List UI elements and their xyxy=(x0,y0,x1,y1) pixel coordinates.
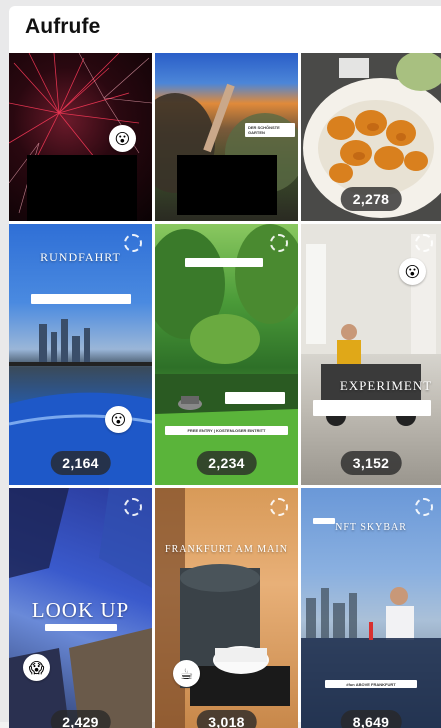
loading-ring-icon xyxy=(415,498,433,516)
view-count: 8,649 xyxy=(340,710,402,728)
section-header: Aufrufe xyxy=(9,6,441,53)
view-count: 2,278 xyxy=(340,187,402,211)
reels-grid: 😮 DER SCHÖNSTE GARTEN 2,278 RUNDFAHRT 😮 … xyxy=(9,53,441,728)
loading-ring-icon xyxy=(270,234,288,252)
reel-tile-food-plate[interactable]: 2,278 xyxy=(301,53,441,221)
overlay-caption-box xyxy=(185,258,263,267)
overlay-title: RUNDFAHRT xyxy=(40,250,121,264)
reel-tile-coffee[interactable]: FRANKFURT AM MAIN ☕ 3,018 xyxy=(155,488,298,728)
overlay-title: FRANKFURT AM MAIN xyxy=(165,544,288,555)
overlay-caption: DER SCHÖNSTE GARTEN xyxy=(245,123,295,137)
redacted-block xyxy=(27,155,137,221)
overlay-banner: FREE ENTRY | KOSTENLOSER EINTRITT xyxy=(165,426,288,435)
overlay-caption-box xyxy=(31,294,131,304)
reel-tile-rundfahrt[interactable]: RUNDFAHRT 😮 2,164 xyxy=(9,224,152,485)
reel-tile-look-up[interactable]: LOOK UP 😱 2,429 xyxy=(9,488,152,728)
overlay-caption-box xyxy=(313,518,335,524)
view-count: 3,152 xyxy=(340,451,402,475)
loading-ring-icon xyxy=(415,234,433,252)
reel-tile-skybar[interactable]: NFT SKYBAR #fun ABOVE FRANKFURT 8,649 xyxy=(301,488,441,728)
reaction-badge-icon: 😮 xyxy=(109,125,136,152)
reel-tile-experiment[interactable]: 😮 EXPERIMENT 3,152 xyxy=(301,224,441,485)
overlay-caption-box xyxy=(225,392,285,404)
loading-ring-icon xyxy=(124,498,142,516)
overlay-title: LOOK UP xyxy=(31,598,130,622)
reaction-badge-icon: 😮 xyxy=(399,258,426,285)
view-count: 2,234 xyxy=(196,451,257,475)
reaction-badge-icon: ☕ xyxy=(173,660,200,687)
view-count: 2,429 xyxy=(50,710,111,728)
reel-tile-garden-selfie[interactable]: DER SCHÖNSTE GARTEN xyxy=(155,53,298,221)
overlay-caption-box xyxy=(313,400,431,416)
reel-tile-green-park[interactable]: FREE ENTRY | KOSTENLOSER EINTRITT 2,234 xyxy=(155,224,298,485)
reaction-badge-icon: 😮 xyxy=(105,406,132,433)
overlay-caption-box xyxy=(45,624,117,631)
overlay-title: EXPERIMENT xyxy=(339,378,433,393)
insights-panel: Aufrufe 😮 DER SCHÖNSTE GARTEN 2,278 RUND… xyxy=(0,0,441,728)
reel-tile-fireworks[interactable]: 😮 xyxy=(9,53,152,221)
coffee-image xyxy=(155,488,290,728)
redacted-block xyxy=(177,155,277,215)
view-count: 3,018 xyxy=(196,710,257,728)
view-count: 2,164 xyxy=(50,451,111,475)
section-title: Aufrufe xyxy=(25,15,101,38)
loading-ring-icon xyxy=(270,498,288,516)
overlay-banner: #fun ABOVE FRANKFURT xyxy=(325,680,417,688)
reaction-badge-icon: 😱 xyxy=(23,654,50,681)
